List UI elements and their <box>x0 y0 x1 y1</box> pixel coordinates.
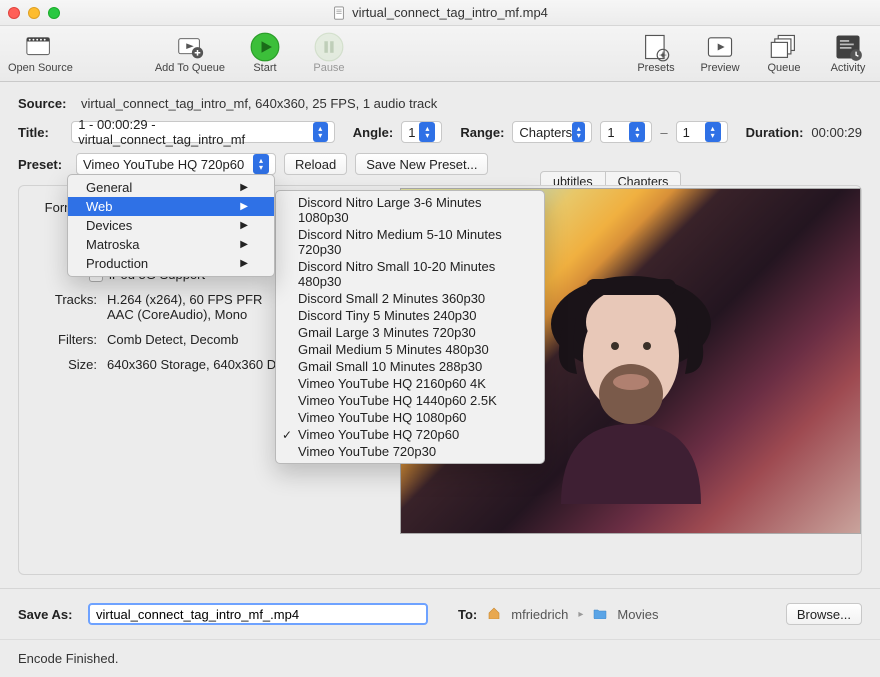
window-filename: virtual_connect_tag_intro_mf.mp4 <box>352 5 548 20</box>
add-to-queue-icon <box>175 34 205 60</box>
preset-web-item[interactable]: Discord Small 2 Minutes 360p30 <box>276 290 544 307</box>
save-row: Save As: To: mfriedrich ▸ Movies Browse.… <box>0 589 880 639</box>
start-icon <box>250 34 280 60</box>
range-from-select[interactable]: 1 <box>600 121 652 143</box>
preview-button[interactable]: Preview <box>696 34 744 74</box>
preset-web-item[interactable]: Gmail Large 3 Minutes 720p30 <box>276 324 544 341</box>
window-title: virtual_connect_tag_intro_mf.mp4 <box>0 5 880 20</box>
preset-web-item[interactable]: Vimeo YouTube HQ 1440p60 2.5K <box>276 392 544 409</box>
preset-category-item[interactable]: Web▶ <box>68 197 274 216</box>
close-window-button[interactable] <box>8 7 20 19</box>
save-as-input[interactable] <box>88 603 428 625</box>
zoom-window-button[interactable] <box>48 7 60 19</box>
main-toolbar: Open Source Add To Queue Start Pause Pre… <box>0 26 880 82</box>
document-icon <box>332 6 346 20</box>
preset-select[interactable]: Vimeo YouTube HQ 720p60 <box>76 153 276 175</box>
status-bar: Encode Finished. <box>0 639 880 677</box>
save-new-preset-button[interactable]: Save New Preset... <box>355 153 488 175</box>
status-text: Encode Finished. <box>18 651 118 666</box>
minimize-window-button[interactable] <box>28 7 40 19</box>
preset-web-item[interactable]: Discord Tiny 5 Minutes 240p30 <box>276 307 544 324</box>
preset-web-item[interactable]: Discord Nitro Small 10-20 Minutes 480p30 <box>276 258 544 290</box>
range-to-select[interactable]: 1 <box>676 121 728 143</box>
open-source-icon <box>25 34 55 60</box>
path-folder: Movies <box>617 607 658 622</box>
preset-web-item[interactable]: Discord Nitro Medium 5-10 Minutes 720p30 <box>276 226 544 258</box>
tracks-video: H.264 (x264), 60 FPS PFR <box>107 292 262 307</box>
browse-button[interactable]: Browse... <box>786 603 862 625</box>
presets-icon <box>641 34 671 60</box>
activity-icon <box>833 34 863 60</box>
to-label: To: <box>458 607 477 622</box>
title-select[interactable]: 1 - 00:00:29 - virtual_connect_tag_intro… <box>71 121 335 143</box>
queue-button[interactable]: Queue <box>760 34 808 74</box>
window-titlebar: virtual_connect_tag_intro_mf.mp4 <box>0 0 880 26</box>
angle-label: Angle: <box>353 125 393 140</box>
tracks-label: Tracks: <box>37 292 97 307</box>
save-as-label: Save As: <box>18 607 78 622</box>
preset-web-item[interactable]: Discord Nitro Large 3-6 Minutes 1080p30 <box>276 194 544 226</box>
activity-button[interactable]: Activity <box>824 34 872 74</box>
add-to-queue-button[interactable]: Add To Queue <box>155 34 225 74</box>
preset-web-item[interactable]: Gmail Small 10 Minutes 288p30 <box>276 358 544 375</box>
path-home: mfriedrich <box>511 607 568 622</box>
source-label: Source: <box>18 96 73 111</box>
home-icon <box>487 607 501 622</box>
preset-category-item[interactable]: Matroska▶ <box>68 235 274 254</box>
preset-category-menu[interactable]: General▶Web▶Devices▶Matroska▶Production▶ <box>67 174 275 277</box>
preset-web-submenu[interactable]: Discord Nitro Large 3-6 Minutes 1080p30D… <box>275 190 545 464</box>
preset-web-item[interactable]: Vimeo YouTube HQ 720p60 <box>276 426 544 443</box>
chevron-right-icon: ▸ <box>578 609 583 620</box>
preset-web-item[interactable]: Gmail Medium 5 Minutes 480p30 <box>276 341 544 358</box>
pause-icon <box>314 34 344 60</box>
duration-value: 00:00:29 <box>811 125 862 140</box>
folder-icon <box>593 607 607 622</box>
pause-button[interactable]: Pause <box>305 34 353 74</box>
preset-category-item[interactable]: Production▶ <box>68 254 274 273</box>
range-type-select[interactable]: Chapters <box>512 121 592 143</box>
presets-button[interactable]: Presets <box>632 34 680 74</box>
duration-label: Duration: <box>746 125 804 140</box>
queue-icon <box>769 34 799 60</box>
preset-category-item[interactable]: General▶ <box>68 178 274 197</box>
preset-label: Preset: <box>18 157 68 172</box>
preset-web-item[interactable]: Vimeo YouTube HQ 1080p60 <box>276 409 544 426</box>
source-value: virtual_connect_tag_intro_mf, 640x360, 2… <box>81 96 437 111</box>
size-label: Size: <box>37 357 97 372</box>
start-button[interactable]: Start <box>241 34 289 74</box>
title-label: Title: <box>18 125 63 140</box>
tracks-audio: AAC (CoreAudio), Mono <box>107 307 262 322</box>
filters-label: Filters: <box>37 332 97 347</box>
window-controls <box>8 7 60 19</box>
range-label: Range: <box>460 125 504 140</box>
preset-web-item[interactable]: Vimeo YouTube HQ 2160p60 4K <box>276 375 544 392</box>
preview-icon <box>705 34 735 60</box>
preset-web-item[interactable]: Vimeo YouTube 720p30 <box>276 443 544 460</box>
filters-value: Comb Detect, Decomb <box>107 332 239 347</box>
angle-select[interactable]: 1 <box>401 121 442 143</box>
size-value: 640x360 Storage, 640x360 Displa <box>107 357 303 372</box>
reload-button[interactable]: Reload <box>284 153 347 175</box>
range-separator: – <box>660 125 667 140</box>
open-source-button[interactable]: Open Source <box>8 34 73 74</box>
preset-category-item[interactable]: Devices▶ <box>68 216 274 235</box>
